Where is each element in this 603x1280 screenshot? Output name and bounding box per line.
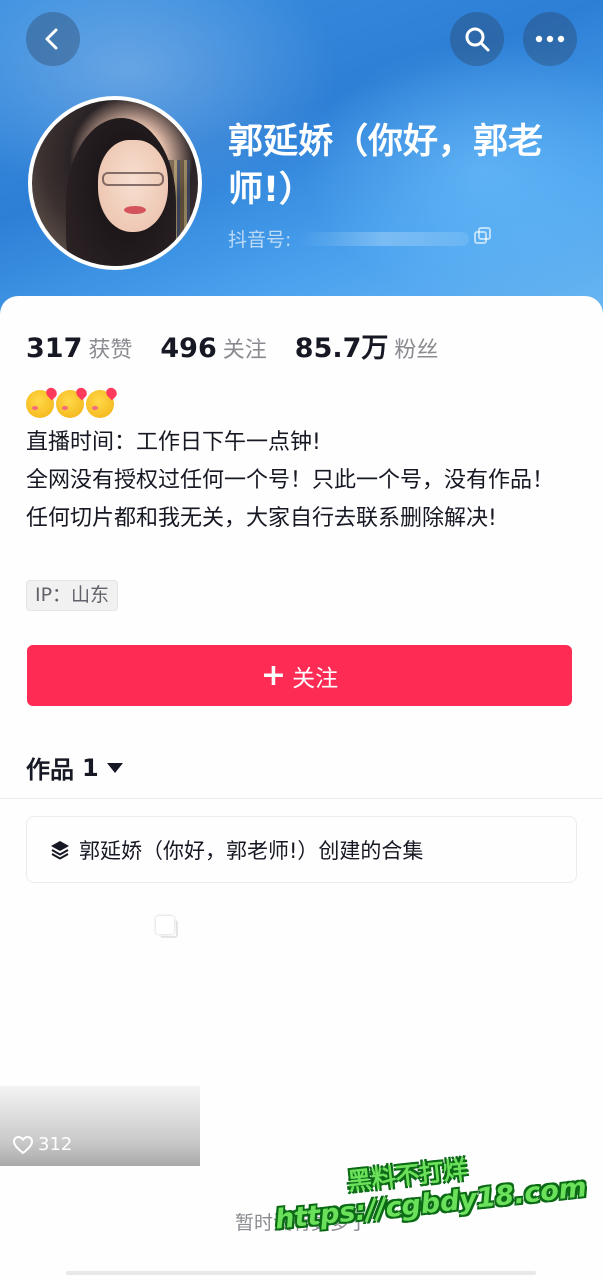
follow-button-label: 关注 xyxy=(292,665,339,692)
video-likes-count: 312 xyxy=(38,1134,73,1155)
loading-placeholder-icon xyxy=(156,916,178,938)
bio-text: 直播时间：工作日下午一点钟! 全网没有授权过任何一个号！只此一个号，没有作品！任… xyxy=(26,424,571,538)
stat-label: 粉丝 xyxy=(394,338,439,363)
stat-value: 496 xyxy=(160,333,217,364)
stat-likes[interactable]: 317 获赞 xyxy=(26,332,132,364)
smiling-hearts-emoji-icon xyxy=(86,390,114,418)
stat-label: 关注 xyxy=(222,338,267,363)
profile-card: 317 获赞 496 关注 85.7万 粉丝 直播时间：工作日下午一点钟! 全网… xyxy=(0,296,603,1280)
stat-followers[interactable]: 85.7万 粉丝 xyxy=(295,326,439,365)
profile-header: 郭延娇（你好，郭老师!） 抖音号: xyxy=(0,0,603,330)
tab-works-count: 1 xyxy=(82,753,99,782)
stat-value: 85.7万 xyxy=(294,333,389,364)
profile-name: 郭延娇（你好，郭老师!） xyxy=(228,122,544,210)
follow-button[interactable]: + 关注 xyxy=(27,645,572,706)
douyin-id-label: 抖音号: xyxy=(228,229,292,251)
bio-emoji xyxy=(26,390,116,418)
ip-location-tag: IP：山东 xyxy=(26,580,119,611)
heart-outline-icon xyxy=(13,1135,33,1154)
bio-line: 全网没有授权过任何一个号！只此一个号，没有作品！任何切片都和我无关，大家自行去联… xyxy=(26,468,555,531)
avatar-face xyxy=(98,140,168,232)
copy-icon[interactable] xyxy=(474,227,492,245)
collection-label: 郭延娇（你好，郭老师!）创建的合集 xyxy=(79,838,424,863)
stat-value: 317 xyxy=(26,333,83,364)
more-button[interactable] xyxy=(523,12,577,66)
stat-label: 获赞 xyxy=(88,338,133,363)
divider xyxy=(0,798,603,799)
tab-works[interactable]: 作品 1 xyxy=(26,750,123,785)
plus-icon: + xyxy=(260,657,287,693)
back-button[interactable] xyxy=(26,12,80,66)
more-dots-icon xyxy=(535,35,565,43)
stats-row: 317 获赞 496 关注 85.7万 粉丝 xyxy=(26,326,466,365)
avatar-lips xyxy=(124,206,146,214)
collection-card[interactable]: 郭延娇（你好，郭老师!）创建的合集 xyxy=(26,816,577,883)
video-likes: 312 xyxy=(12,1134,72,1155)
layers-icon xyxy=(49,839,71,861)
tab-works-label: 作品 xyxy=(26,756,74,784)
smiling-hearts-emoji-icon xyxy=(26,390,54,418)
bio-line: 直播时间：工作日下午一点钟! xyxy=(26,430,321,455)
caret-down-icon xyxy=(106,762,123,773)
avatar-glasses xyxy=(102,172,164,186)
bottom-indicator xyxy=(66,1271,536,1275)
chevron-left-icon xyxy=(45,28,58,50)
search-button[interactable] xyxy=(450,12,504,66)
douyin-id-value-blurred xyxy=(299,231,470,246)
douyin-id-row: 抖音号: xyxy=(228,225,470,252)
search-icon xyxy=(465,27,490,52)
stat-following[interactable]: 496 关注 xyxy=(160,332,266,364)
avatar[interactable] xyxy=(28,96,202,270)
smiling-hearts-emoji-icon xyxy=(56,390,84,418)
